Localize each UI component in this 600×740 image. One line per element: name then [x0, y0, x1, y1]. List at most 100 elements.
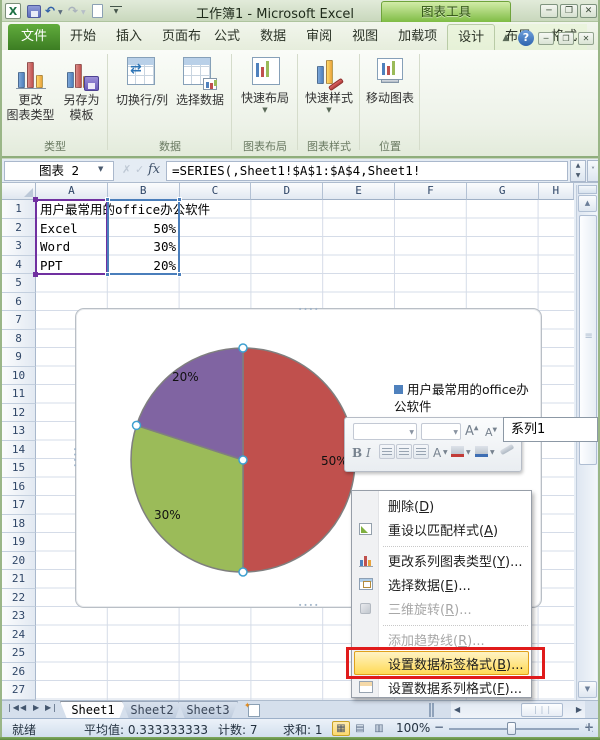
- enter-icon[interactable]: ✓: [135, 163, 144, 176]
- resize-grip[interactable]: ⋱: [585, 724, 595, 734]
- page-layout-view-button[interactable]: ▤: [351, 721, 369, 736]
- quick-styles-dropdown-icon[interactable]: ▼: [301, 106, 357, 114]
- tab-设计[interactable]: 设计: [447, 24, 495, 50]
- range-handle[interactable]: [177, 272, 182, 277]
- tab-file[interactable]: 文件: [8, 24, 60, 50]
- row-header-20[interactable]: 20: [2, 552, 36, 571]
- quick-layout-dropdown-icon[interactable]: ▼: [237, 106, 293, 114]
- last-sheet-icon[interactable]: ▶❘: [45, 703, 58, 712]
- sheet-tab-Sheet1[interactable]: Sheet1: [60, 701, 126, 719]
- row-header-12[interactable]: 12: [2, 404, 36, 423]
- redo-icon[interactable]: ↷: [68, 3, 78, 19]
- range-handle[interactable]: [105, 272, 110, 277]
- row-header-22[interactable]: 22: [2, 589, 36, 608]
- formula-input[interactable]: =SERIES(,Sheet1!$A$1:$A$4,Sheet1!: [166, 161, 568, 181]
- workbook-restore-button[interactable]: ❐: [558, 32, 574, 45]
- change-chart-type-button[interactable]: 更改 图表类型: [6, 55, 55, 123]
- italic-button[interactable]: I: [366, 446, 371, 460]
- quick-styles-button[interactable]: 快速样式 ▼: [301, 55, 357, 114]
- menu-item-重设以匹配样式[interactable]: 重设以匹配样式(A): [352, 517, 531, 541]
- window-minimize-button[interactable]: ─: [540, 4, 558, 18]
- zoom-level[interactable]: 100%: [396, 721, 430, 735]
- horizontal-scroll-thumb[interactable]: ❘❘❘: [521, 703, 563, 717]
- column-header-D[interactable]: D: [251, 183, 323, 200]
- row-header-11[interactable]: 11: [2, 385, 36, 404]
- row-header-2[interactable]: 2: [2, 219, 36, 238]
- save-as-template-button[interactable]: 另存为 模板: [57, 55, 106, 123]
- scroll-down-icon[interactable]: ▼: [578, 681, 597, 698]
- cancel-icon[interactable]: ✗: [122, 163, 131, 176]
- redo-dropdown-icon[interactable]: ▼: [81, 9, 86, 16]
- first-sheet-icon[interactable]: ❘◀: [6, 703, 19, 712]
- horizontal-scrollbar[interactable]: ◀ ❘❘❘ ▶: [451, 701, 585, 719]
- chart-grip-left[interactable]: ∙∙∙∙: [73, 447, 77, 469]
- excel-app-icon[interactable]: X: [5, 3, 21, 19]
- tab-公式[interactable]: 公式: [204, 24, 250, 50]
- tab-审阅[interactable]: 审阅: [296, 24, 342, 50]
- zoom-slider-thumb[interactable]: [507, 722, 516, 735]
- normal-view-button[interactable]: ▦: [332, 721, 350, 736]
- row-header-15[interactable]: 15: [2, 459, 36, 478]
- insert-function-icon[interactable]: fx: [148, 162, 160, 177]
- row-header-23[interactable]: 23: [2, 607, 36, 626]
- tab-视图[interactable]: 视图: [342, 24, 388, 50]
- menu-item-选择数据[interactable]: 选择数据(E)...: [352, 572, 531, 596]
- legend-entry-series[interactable]: 用户最常用的office办公软件: [394, 381, 536, 415]
- row-header-1[interactable]: 1: [2, 200, 36, 219]
- formula-bar-spinner[interactable]: ▲▼: [570, 160, 586, 182]
- row-header-9[interactable]: 9: [2, 348, 36, 367]
- column-header-G[interactable]: G: [467, 183, 539, 200]
- align-left-button[interactable]: [379, 444, 395, 459]
- new-document-icon[interactable]: [92, 4, 103, 18]
- data-label-ppt[interactable]: 20%: [172, 370, 199, 384]
- workbook-close-button[interactable]: ✕: [578, 32, 594, 45]
- bold-button[interactable]: B: [352, 446, 362, 460]
- undo-icon[interactable]: ↶: [45, 3, 55, 19]
- next-sheet-icon[interactable]: ▶: [33, 703, 39, 712]
- row-header-17[interactable]: 17: [2, 496, 36, 515]
- row-header-24[interactable]: 24: [2, 626, 36, 645]
- shrink-font-button[interactable]: A▼: [485, 426, 497, 439]
- sheet-tab-Sheet2[interactable]: Sheet2: [122, 701, 182, 719]
- outline-color-dropdown-icon[interactable]: ▼: [490, 449, 495, 456]
- row-header-4[interactable]: 4: [2, 256, 36, 275]
- row-header-26[interactable]: 26: [2, 663, 36, 682]
- row-header-10[interactable]: 10: [2, 367, 36, 386]
- page-break-view-button[interactable]: ▥: [370, 721, 388, 736]
- tab-数据[interactable]: 数据: [250, 24, 296, 50]
- column-header-H[interactable]: H: [539, 183, 574, 200]
- quick-layout-button[interactable]: 快速布局 ▼: [237, 55, 293, 114]
- row-header-19[interactable]: 19: [2, 533, 36, 552]
- menu-item-删除[interactable]: 删除(D): [352, 493, 531, 517]
- align-right-button[interactable]: [413, 444, 429, 459]
- row-header-14[interactable]: 14: [2, 441, 36, 460]
- row-header-25[interactable]: 25: [2, 644, 36, 663]
- move-chart-button[interactable]: 移动图表: [363, 55, 417, 106]
- tab-页面布[interactable]: 页面布: [152, 24, 204, 50]
- column-header-A[interactable]: A: [36, 183, 108, 200]
- undo-dropdown-icon[interactable]: ▼: [58, 9, 63, 16]
- row-header-27[interactable]: 27: [2, 681, 36, 700]
- scroll-left-icon[interactable]: ◀: [454, 705, 460, 714]
- range-handle[interactable]: [105, 197, 110, 202]
- row-header-3[interactable]: 3: [2, 237, 36, 256]
- switch-row-column-button[interactable]: ⇄ 切换行/列: [114, 55, 170, 108]
- vertical-split-handle[interactable]: [578, 185, 597, 194]
- row-header-5[interactable]: 5: [2, 274, 36, 293]
- help-icon[interactable]: ?: [518, 30, 534, 46]
- window-close-button[interactable]: ✕: [580, 4, 597, 18]
- menu-item-更改系列图表类型[interactable]: 更改系列图表类型(Y)...: [352, 548, 531, 572]
- row-header-8[interactable]: 8: [2, 330, 36, 349]
- fill-color-dropdown-icon[interactable]: ▼: [466, 449, 471, 456]
- select-all-corner[interactable]: [2, 183, 36, 200]
- workbook-minimize-button[interactable]: ─: [538, 32, 554, 45]
- column-header-E[interactable]: E: [323, 183, 395, 200]
- row-header-21[interactable]: 21: [2, 570, 36, 589]
- chart-grip-bottom[interactable]: ∙∙∙∙: [298, 603, 320, 607]
- font-color-button[interactable]: A: [433, 446, 441, 460]
- format-painter-button[interactable]: [500, 444, 515, 455]
- name-box-dropdown-icon[interactable]: ▼: [98, 165, 103, 173]
- chart-grip-top[interactable]: ∙∙∙∙: [298, 307, 320, 311]
- zoom-out-button[interactable]: −: [434, 720, 444, 734]
- font-size-combo[interactable]: ▼: [421, 423, 461, 440]
